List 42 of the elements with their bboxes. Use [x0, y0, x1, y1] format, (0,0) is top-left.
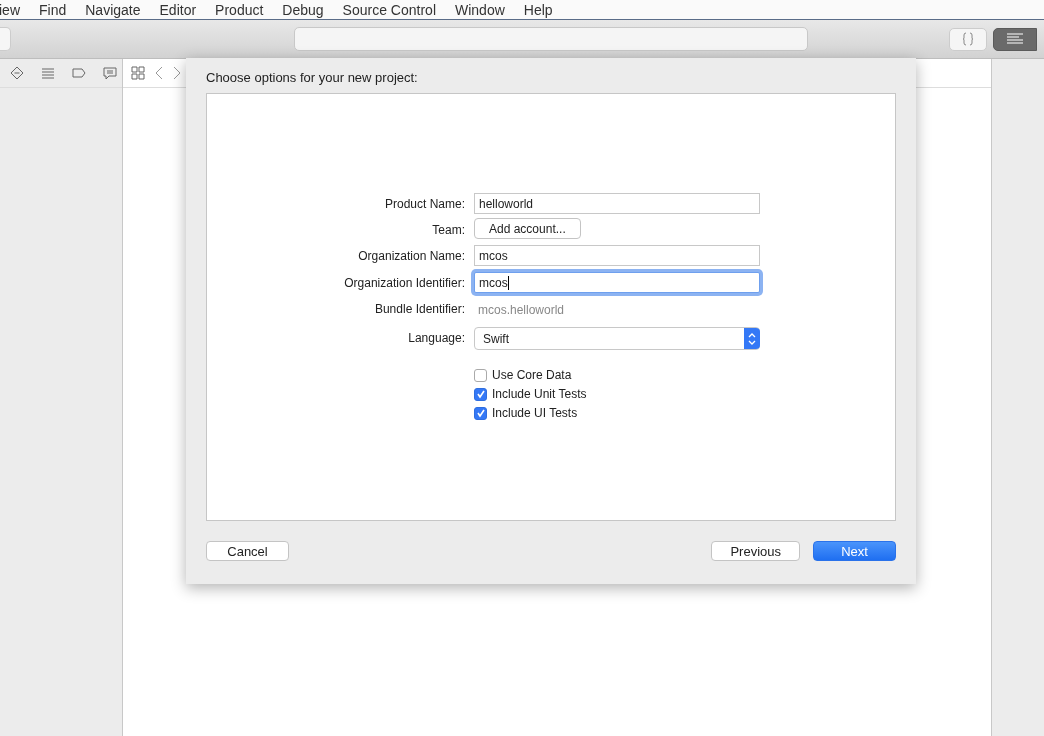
- comment-icon[interactable]: [103, 66, 117, 80]
- menu-item[interactable]: Source Control: [342, 1, 436, 18]
- checkbox-label: Use Core Data: [492, 368, 572, 382]
- checkbox[interactable]: [474, 406, 487, 420]
- grid-icon[interactable]: [131, 66, 145, 80]
- stepper-icon: [744, 328, 760, 349]
- checkbox[interactable]: [474, 368, 487, 382]
- braces-icon[interactable]: [949, 27, 987, 51]
- language-popup[interactable]: Swift: [474, 327, 760, 350]
- menu-item[interactable]: Editor: [159, 1, 197, 18]
- tag-icon[interactable]: [72, 68, 86, 78]
- checkbox-label: Include Unit Tests: [492, 387, 587, 401]
- field-label: Bundle Identifier:: [373, 302, 465, 316]
- dialog-button[interactable]: Next: [813, 541, 896, 561]
- input-field[interactable]: mcos: [474, 245, 760, 266]
- field-label: Product Name:: [383, 196, 465, 211]
- checkbox[interactable]: [474, 387, 487, 401]
- field-label: Organization Name:: [357, 248, 465, 263]
- field-label: Language:: [407, 330, 465, 345]
- back-chevron-icon[interactable]: [155, 66, 163, 80]
- diamond-icon[interactable]: [10, 66, 24, 80]
- add-account-button[interactable]: Add account...: [474, 218, 581, 239]
- toolbar-field[interactable]: [0, 27, 11, 51]
- checkbox-label: Include UI Tests: [492, 406, 578, 420]
- forward-chevron-icon[interactable]: [173, 66, 181, 80]
- menu-item[interactable]: Product: [215, 1, 264, 18]
- menu-item[interactable]: Window: [455, 1, 505, 18]
- menu-item[interactable]: iew: [0, 1, 20, 18]
- sheet-title: Choose options for your new project:: [206, 70, 419, 86]
- field-label: Organization Identifier:: [343, 275, 465, 290]
- list-icon[interactable]: [41, 67, 55, 79]
- bundle-identifier-value: mcos.helloworld: [477, 303, 565, 317]
- input-field[interactable]: mcos: [474, 272, 760, 293]
- menu-item[interactable]: Help: [523, 1, 553, 18]
- field-label: Team:: [431, 222, 465, 237]
- input-field[interactable]: helloworld: [474, 193, 760, 214]
- menu-item[interactable]: Navigate: [85, 1, 141, 18]
- menu-item[interactable]: Find: [39, 1, 67, 18]
- dialog-button[interactable]: Cancel: [206, 541, 289, 561]
- menu-item[interactable]: Debug: [282, 1, 324, 18]
- text-lines-icon[interactable]: [993, 27, 1037, 51]
- dialog-button[interactable]: Previous: [711, 541, 800, 561]
